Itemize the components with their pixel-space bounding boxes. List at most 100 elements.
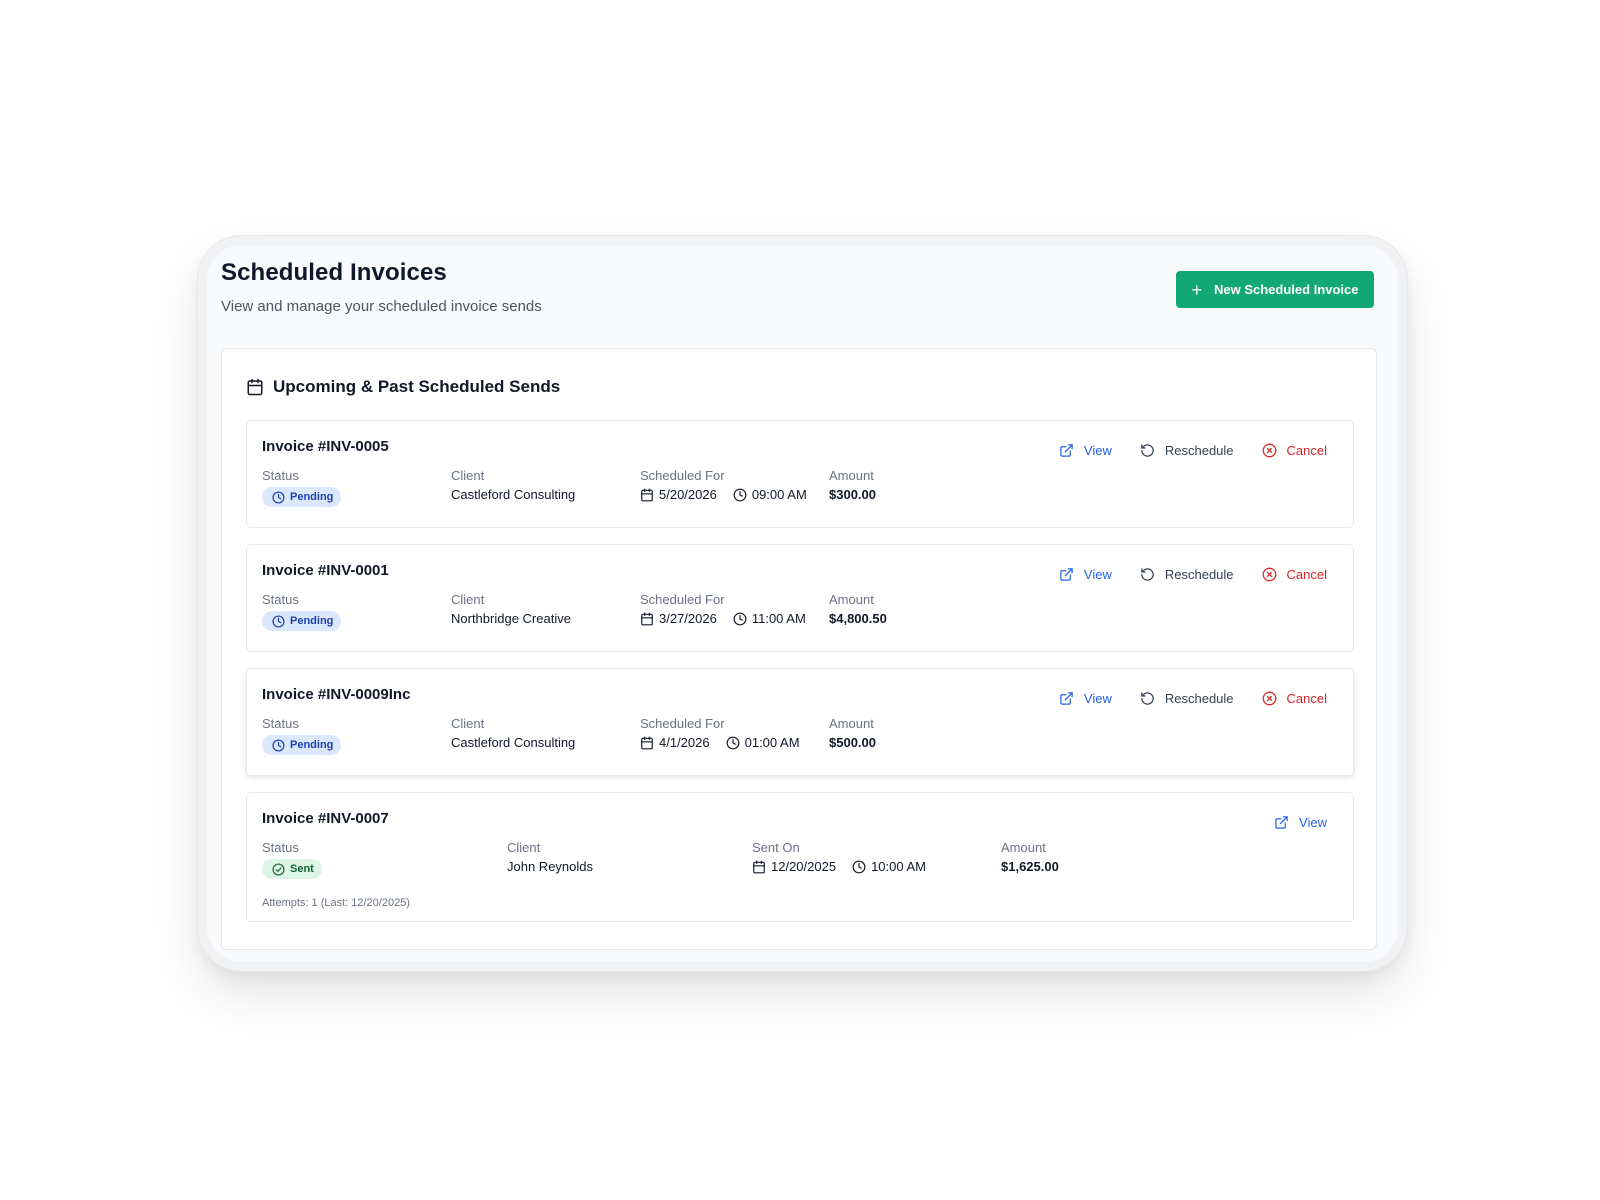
status-label: Status xyxy=(262,468,299,483)
external-link-icon xyxy=(1059,567,1074,582)
reschedule-button[interactable]: Reschedule xyxy=(1140,443,1234,458)
cancel-button[interactable]: Cancel xyxy=(1262,443,1327,458)
view-label: View xyxy=(1299,815,1327,830)
status-label: Status xyxy=(262,592,299,607)
page-title: Scheduled Invoices xyxy=(221,259,447,286)
scheduled-time: 11:00 AM xyxy=(751,611,806,626)
client-label: Client xyxy=(451,468,485,483)
panel-title: Upcoming & Past Scheduled Sends xyxy=(273,377,561,396)
clock-icon xyxy=(272,614,285,628)
invoice-title: Invoice #INV-0001 xyxy=(262,562,389,579)
reschedule-label: Reschedule xyxy=(1164,691,1234,706)
scheduled-label: Scheduled For xyxy=(640,468,725,483)
scheduled-sends-panel: Upcoming & Past Scheduled Sends Invoice … xyxy=(221,348,1377,950)
panel-header: Upcoming & Past Scheduled Sends xyxy=(246,377,560,397)
sent-on-field: Sent On 12/20/2025 10:00 AM xyxy=(752,840,926,874)
rotate-icon xyxy=(1140,443,1155,458)
card-actions: View xyxy=(1274,815,1327,830)
page-subtitle: View and manage your scheduled invoice s… xyxy=(221,298,542,315)
new-scheduled-invoice-label: New Scheduled Invoice xyxy=(1214,282,1359,297)
sent-time: 10:00 AM xyxy=(871,859,927,874)
scheduled-value: 5/20/2026 09:00 AM xyxy=(640,487,807,502)
sent-on-value: 12/20/2025 10:00 AM xyxy=(752,859,926,874)
amount-value: $300.00 xyxy=(829,487,876,502)
scheduled-value: 4/1/2026 01:00 AM xyxy=(640,735,800,750)
scheduled-date: 5/20/2026 xyxy=(659,487,717,502)
status-text: Pending xyxy=(290,491,334,503)
cancel-label: Cancel xyxy=(1286,443,1327,458)
scheduled-time: 01:00 AM xyxy=(744,735,800,750)
scheduled-label: Scheduled For xyxy=(640,716,725,731)
status-badge: Sent xyxy=(262,859,322,879)
clock-icon xyxy=(272,738,285,752)
status-field: Status Pending xyxy=(262,468,342,509)
calendar-icon xyxy=(246,378,264,396)
status-field: Status Pending xyxy=(262,716,342,757)
x-circle-icon xyxy=(1262,691,1277,706)
client-value: John Reynolds xyxy=(507,859,593,874)
cancel-button[interactable]: Cancel xyxy=(1262,567,1327,582)
external-link-icon xyxy=(1059,443,1074,458)
view-button[interactable]: View xyxy=(1059,691,1112,706)
view-label: View xyxy=(1083,443,1112,458)
status-badge: Pending xyxy=(262,735,342,755)
card-actions: View Reschedule Cancel xyxy=(1059,691,1327,706)
amount-field: Amount $4,800.50 xyxy=(829,592,887,626)
client-value: Castleford Consulting xyxy=(451,487,576,502)
invoice-card: Invoice #INV-0001 Status Pending Client … xyxy=(246,544,1354,652)
clock-icon xyxy=(733,612,747,626)
invoice-card: Invoice #INV-0005 Status Pending Client … xyxy=(246,420,1354,528)
invoice-card: Invoice #INV-0007 Status Sent Client Joh… xyxy=(246,792,1354,922)
view-button[interactable]: View xyxy=(1059,567,1112,582)
status-text: Pending xyxy=(290,739,334,751)
amount-field: Amount $500.00 xyxy=(829,716,876,750)
reschedule-label: Reschedule xyxy=(1164,443,1234,458)
invoice-title: Invoice #INV-0005 xyxy=(262,438,389,455)
external-link-icon xyxy=(1059,691,1074,706)
status-text: Sent xyxy=(290,863,314,875)
status-badge: Pending xyxy=(262,487,342,507)
client-field: Client John Reynolds xyxy=(507,840,593,874)
view-button[interactable]: View xyxy=(1059,443,1112,458)
client-field: Client Northbridge Creative xyxy=(451,592,571,626)
app-window: Scheduled Invoices View and manage your … xyxy=(198,236,1407,971)
clock-icon xyxy=(272,490,285,504)
cancel-button[interactable]: Cancel xyxy=(1262,691,1327,706)
calendar-icon xyxy=(640,488,654,502)
client-field: Client Castleford Consulting xyxy=(451,716,575,750)
calendar-icon xyxy=(752,860,766,874)
reschedule-button[interactable]: Reschedule xyxy=(1140,567,1234,582)
status-field: Status Pending xyxy=(262,592,342,633)
view-button[interactable]: View xyxy=(1274,815,1327,830)
client-value: Castleford Consulting xyxy=(451,735,576,750)
status-field: Status Sent xyxy=(262,840,322,881)
amount-value: $4,800.50 xyxy=(829,611,887,626)
reschedule-label: Reschedule xyxy=(1164,567,1234,582)
sent-on-label: Sent On xyxy=(752,840,800,855)
check-circle-icon xyxy=(272,862,285,876)
sent-date: 12/20/2025 xyxy=(771,859,837,874)
scheduled-field: Scheduled For 4/1/2026 01:00 AM xyxy=(640,716,800,750)
clock-icon xyxy=(852,860,866,874)
view-label: View xyxy=(1083,567,1112,582)
attempts-text: Attempts: 1 (Last: 12/20/2025) xyxy=(262,897,410,909)
reschedule-button[interactable]: Reschedule xyxy=(1140,691,1234,706)
status-badge: Pending xyxy=(262,611,342,631)
amount-value: $1,625.00 xyxy=(1001,859,1059,874)
calendar-icon xyxy=(640,736,654,750)
amount-field: Amount $300.00 xyxy=(829,468,876,502)
invoice-title: Invoice #INV-0009Inc xyxy=(262,686,411,703)
status-label: Status xyxy=(262,840,299,855)
invoice-card: Invoice #INV-0009Inc Status Pending Clie… xyxy=(246,668,1354,776)
rotate-icon xyxy=(1140,691,1155,706)
card-actions: View Reschedule Cancel xyxy=(1059,567,1327,582)
client-label: Client xyxy=(451,592,485,607)
invoice-title: Invoice #INV-0007 xyxy=(262,810,389,827)
scheduled-time: 09:00 AM xyxy=(751,487,807,502)
clock-icon xyxy=(726,736,740,750)
amount-label: Amount xyxy=(829,468,874,483)
external-link-icon xyxy=(1274,815,1289,830)
view-label: View xyxy=(1083,691,1112,706)
new-scheduled-invoice-button[interactable]: + New Scheduled Invoice xyxy=(1176,271,1374,308)
amount-label: Amount xyxy=(829,716,874,731)
